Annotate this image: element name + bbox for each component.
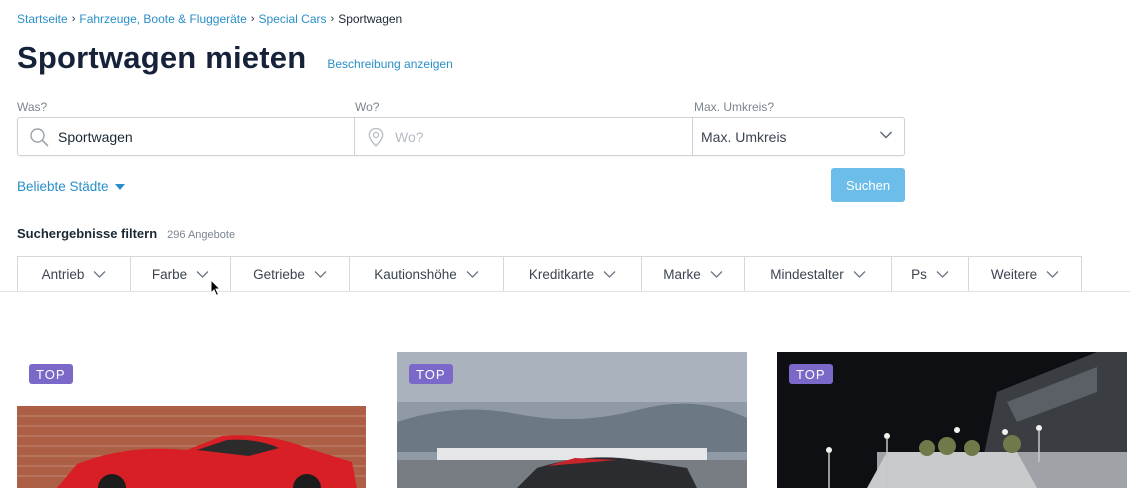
filter-antrieb[interactable]: Antrieb: [17, 256, 130, 292]
where-segment: [355, 118, 693, 155]
chevron-down-icon: [936, 270, 949, 278]
filter-kreditkarte[interactable]: Kreditkarte: [503, 256, 641, 292]
filter-getriebe[interactable]: Getriebe: [230, 256, 349, 292]
chevron-down-icon: [880, 131, 892, 139]
filter-ps[interactable]: Ps: [891, 256, 968, 292]
top-badge: TOP: [789, 364, 833, 384]
chevron-down-icon: [853, 270, 866, 278]
listing-card[interactable]: TOP: [17, 352, 367, 488]
filter-label: Kautionshöhe: [374, 266, 457, 282]
chevron-down-icon: [314, 270, 327, 278]
chevron-down-icon: [603, 270, 616, 278]
listing-card[interactable]: TOP: [397, 352, 747, 488]
chevron-down-icon: [1046, 270, 1059, 278]
filter-label: Getriebe: [253, 266, 305, 282]
filter-label: Marke: [663, 266, 701, 282]
filter-mindestalter[interactable]: Mindestalter: [744, 256, 891, 292]
breadcrumb-separator-icon: ›: [330, 13, 335, 25]
breadcrumb-separator-icon: ›: [250, 13, 255, 25]
chevron-down-icon: [710, 270, 723, 278]
chevron-down-icon: [466, 270, 479, 278]
breadcrumb-link-home[interactable]: Startseite: [17, 12, 68, 26]
title-row: Sportwagen mieten Beschreibung anzeigen: [17, 40, 453, 76]
filter-bar: Antrieb Farbe Getriebe Kautionshöhe Kred…: [17, 256, 1082, 292]
filter-label: Antrieb: [41, 266, 85, 282]
filter-kautionshoehe[interactable]: Kautionshöhe: [349, 256, 503, 292]
chevron-down-icon: [196, 270, 209, 278]
filter-title: Suchergebnisse filtern: [17, 226, 158, 241]
mouse-cursor-icon: [210, 279, 222, 297]
radius-select[interactable]: Max. Umkreis: [693, 118, 904, 155]
show-description-link[interactable]: Beschreibung anzeigen: [327, 57, 452, 71]
breadcrumb: Startseite › Fahrzeuge, Boote & Fluggerä…: [17, 12, 402, 26]
top-badge: TOP: [29, 364, 73, 384]
breadcrumb-link-special-cars[interactable]: Special Cars: [258, 12, 326, 26]
breadcrumb-link-vehicles[interactable]: Fahrzeuge, Boote & Fluggeräte: [79, 12, 246, 26]
where-label: Wo?: [355, 100, 380, 114]
popular-cities-label: Beliebte Städte: [17, 179, 109, 194]
breadcrumb-separator-icon: ›: [71, 13, 76, 25]
top-badge: TOP: [409, 364, 453, 384]
filter-label: Ps: [911, 266, 927, 282]
listing-card[interactable]: TOP: [777, 352, 1127, 488]
radius-label: Max. Umkreis?: [694, 100, 775, 114]
radius-select-value: Max. Umkreis: [701, 128, 787, 145]
filter-divider: [0, 291, 1130, 292]
results-count: 296 Angebote: [167, 229, 236, 241]
what-input[interactable]: [18, 118, 354, 155]
breadcrumb-current: Sportwagen: [338, 12, 403, 26]
location-pin-icon: [368, 127, 384, 147]
filter-header: Suchergebnisse filtern 296 Angebote: [17, 226, 235, 241]
search-icon: [30, 128, 49, 147]
search-bar: Max. Umkreis: [17, 117, 905, 156]
chevron-down-icon: [93, 270, 106, 278]
filter-label: Farbe: [151, 266, 188, 282]
what-label: Was?: [17, 100, 48, 114]
filter-label: Mindestalter: [770, 266, 844, 282]
filter-label: Kreditkarte: [528, 266, 595, 282]
filter-marke[interactable]: Marke: [641, 256, 744, 292]
search-button[interactable]: Suchen: [831, 168, 905, 202]
page-title: Sportwagen mieten: [17, 40, 307, 75]
where-input[interactable]: [355, 118, 692, 155]
caret-down-icon: [114, 183, 125, 190]
filter-label: Weitere: [990, 266, 1038, 282]
what-segment: [18, 118, 355, 155]
popular-cities-toggle[interactable]: Beliebte Städte: [17, 179, 125, 194]
filter-weitere[interactable]: Weitere: [968, 256, 1082, 292]
